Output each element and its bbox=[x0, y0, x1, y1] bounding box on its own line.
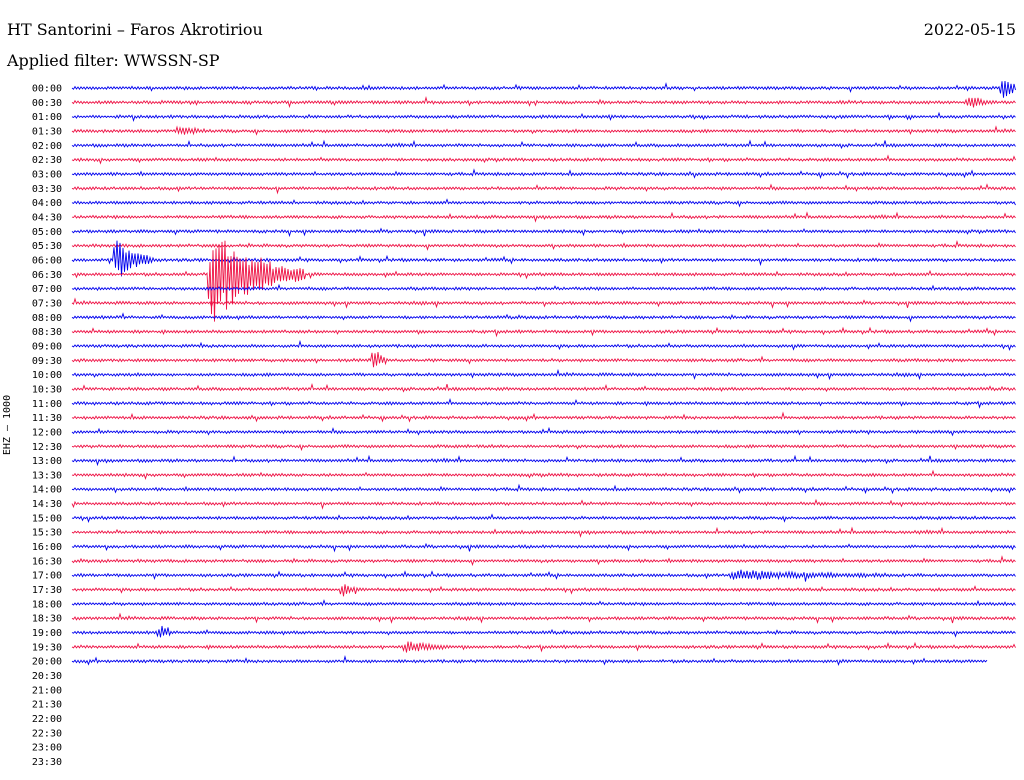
trace-0530 bbox=[71, 239, 1016, 251]
row-label-1200: 12:00 bbox=[32, 427, 62, 438]
trace-0630 bbox=[71, 240, 1016, 322]
row-label-0200: 02:00 bbox=[32, 141, 62, 152]
trace-0100 bbox=[71, 111, 1016, 122]
trace-0400 bbox=[71, 198, 1016, 208]
trace-0030 bbox=[71, 95, 1016, 109]
trace-0800 bbox=[71, 312, 1016, 323]
row-label-0500: 05:00 bbox=[32, 227, 62, 238]
trace-0230 bbox=[71, 154, 1016, 165]
row-label-1230: 12:30 bbox=[32, 442, 62, 453]
row-label-1130: 11:30 bbox=[32, 413, 62, 424]
trace-1830 bbox=[71, 612, 1016, 625]
trace-1530 bbox=[71, 526, 1016, 538]
trace-1730 bbox=[71, 584, 1016, 597]
trace-1200 bbox=[71, 426, 1016, 437]
row-label-1500: 15:00 bbox=[32, 513, 62, 524]
row-label-1700: 17:00 bbox=[32, 571, 62, 582]
trace-1330 bbox=[71, 469, 1016, 480]
row-label-2100: 21:00 bbox=[32, 685, 62, 696]
trace-1630 bbox=[71, 555, 1016, 567]
trace-0430 bbox=[71, 211, 1016, 223]
trace-2000 bbox=[71, 654, 988, 666]
trace-1930 bbox=[71, 641, 1016, 653]
trace-1600 bbox=[71, 542, 1016, 553]
trace-1030 bbox=[71, 383, 1016, 393]
row-label-1730: 17:30 bbox=[32, 585, 62, 596]
row-label-0130: 01:30 bbox=[32, 126, 62, 137]
trace-0200 bbox=[71, 139, 1016, 150]
row-label-1030: 10:30 bbox=[32, 384, 62, 395]
row-label-0530: 05:30 bbox=[32, 241, 62, 252]
row-label-1430: 14:30 bbox=[32, 499, 62, 510]
helicorder-plot: 00:00 00:30 01:00 01:30 02:00 02:30 03:00 03:30… bbox=[32, 80, 1016, 768]
row-label-1900: 19:00 bbox=[32, 628, 62, 639]
row-label-0900: 09:00 bbox=[32, 341, 62, 352]
row-label-1330: 13:30 bbox=[32, 470, 62, 481]
row-label-2000: 20:00 bbox=[32, 657, 62, 668]
row-label-1300: 13:00 bbox=[32, 456, 62, 467]
trace-0500 bbox=[71, 227, 1016, 238]
row-label-2030: 20:30 bbox=[32, 671, 62, 682]
row-label-1530: 15:30 bbox=[32, 528, 62, 539]
row-label-1800: 18:00 bbox=[32, 599, 62, 610]
trace-1500 bbox=[71, 513, 1016, 523]
row-label-2300: 23:00 bbox=[32, 743, 62, 754]
row-label-1930: 19:30 bbox=[32, 642, 62, 653]
row-label-0700: 07:00 bbox=[32, 284, 62, 295]
trace-1700 bbox=[71, 569, 1016, 582]
row-label-0800: 08:00 bbox=[32, 313, 62, 324]
trace-1130 bbox=[71, 411, 1016, 423]
trace-0930 bbox=[71, 351, 1016, 368]
row-label-0630: 06:30 bbox=[32, 270, 62, 281]
row-label-0300: 03:00 bbox=[32, 169, 62, 180]
row-label-0730: 07:30 bbox=[32, 298, 62, 309]
row-label-0030: 00:30 bbox=[32, 98, 62, 109]
row-label-0330: 03:30 bbox=[32, 184, 62, 195]
row-label-1830: 18:30 bbox=[32, 614, 62, 625]
trace-1400 bbox=[71, 483, 1016, 495]
trace-0130 bbox=[71, 125, 1016, 136]
row-label-1600: 16:00 bbox=[32, 542, 62, 553]
row-label-2130: 21:30 bbox=[32, 700, 62, 711]
row-label-2200: 22:00 bbox=[32, 714, 62, 725]
trace-1000 bbox=[71, 368, 1016, 381]
trace-1100 bbox=[71, 398, 1016, 409]
trace-1430 bbox=[71, 498, 1016, 510]
row-label-0430: 04:30 bbox=[32, 212, 62, 223]
trace-0300 bbox=[71, 168, 1016, 179]
trace-1900 bbox=[71, 625, 1016, 638]
row-label-1000: 10:00 bbox=[32, 370, 62, 381]
row-label-2230: 22:30 bbox=[32, 728, 62, 739]
trace-0000 bbox=[71, 80, 1016, 98]
row-label-0830: 08:30 bbox=[32, 327, 62, 338]
row-label-0000: 00:00 bbox=[32, 84, 62, 95]
trace-0730 bbox=[71, 297, 1016, 309]
trace-0900 bbox=[71, 339, 1016, 351]
trace-1230 bbox=[71, 443, 1016, 452]
row-label-1630: 16:30 bbox=[32, 556, 62, 567]
row-label-1100: 11:00 bbox=[32, 399, 62, 410]
trace-0830 bbox=[71, 326, 1016, 338]
row-label-0100: 01:00 bbox=[32, 112, 62, 123]
trace-1300 bbox=[71, 454, 1016, 467]
trace-1800 bbox=[71, 599, 1016, 607]
trace-0330 bbox=[71, 183, 1016, 195]
row-label-0400: 04:00 bbox=[32, 198, 62, 209]
row-label-0600: 06:00 bbox=[32, 255, 62, 266]
row-label-2330: 23:30 bbox=[32, 757, 62, 768]
row-label-0230: 02:30 bbox=[32, 155, 62, 166]
row-label-0930: 09:30 bbox=[32, 356, 62, 367]
row-label-1400: 14:00 bbox=[32, 485, 62, 496]
